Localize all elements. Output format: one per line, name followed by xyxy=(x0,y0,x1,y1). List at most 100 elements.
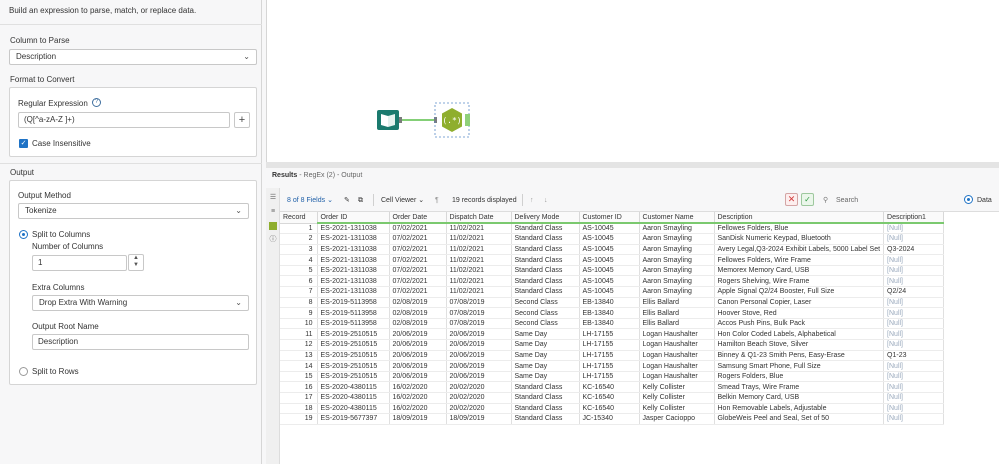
table-row[interactable]: 18 ES-2020-4380115 16/02/2020 20/02/2020 Sta… xyxy=(280,403,945,415)
table-cell[interactable]: LH-17155 xyxy=(579,371,640,383)
table-cell[interactable]: Memorex Memory Card, USB xyxy=(714,265,885,277)
input-anchor[interactable] xyxy=(434,117,437,123)
table-cell[interactable]: KC-16540 xyxy=(579,403,640,415)
table-cell[interactable]: ES-2019-2510515 xyxy=(317,350,390,362)
table-cell[interactable]: 20/06/2019 xyxy=(446,328,512,341)
column-header[interactable]: Customer ID xyxy=(579,212,640,224)
book-icon[interactable] xyxy=(377,110,399,130)
record-number-cell[interactable]: 11 xyxy=(280,328,318,341)
table-cell[interactable]: AS-10045 xyxy=(579,275,640,288)
table-cell[interactable]: Jasper Cacioppo xyxy=(639,413,715,425)
column-to-parse-select[interactable]: Description ⌄ xyxy=(9,49,257,65)
table-row[interactable]: 8 ES-2019-5113958 02/08/2019 07/08/2019 Seco… xyxy=(280,297,945,309)
record-number-cell[interactable]: 9 xyxy=(280,307,318,319)
record-number-cell[interactable]: 10 xyxy=(280,318,318,330)
column-header[interactable]: Description xyxy=(714,212,885,224)
table-cell[interactable]: 20/02/2020 xyxy=(446,381,512,393)
close-icon[interactable]: ✕ xyxy=(785,193,798,206)
table-cell[interactable]: [Null] xyxy=(883,275,945,288)
table-cell[interactable]: Q1-23 xyxy=(883,350,945,362)
table-cell[interactable]: KC-16540 xyxy=(579,381,640,393)
list-icon[interactable]: ≡ xyxy=(269,208,277,216)
record-number-cell[interactable]: 15 xyxy=(280,371,318,383)
record-number-cell[interactable]: 17 xyxy=(280,392,318,404)
table-cell[interactable]: 20/06/2019 xyxy=(389,371,447,383)
table-cell[interactable]: 20/02/2020 xyxy=(446,392,512,404)
check-icon[interactable]: ✓ xyxy=(801,193,814,206)
table-cell[interactable]: Kelly Collister xyxy=(639,392,715,404)
table-cell[interactable]: Standard Class xyxy=(511,381,580,393)
table-cell[interactable]: Standard Class xyxy=(511,223,580,235)
table-cell[interactable]: ES-2020-4380115 xyxy=(317,403,390,415)
table-row[interactable]: 1 ES-2021-1311038 07/02/2021 11/02/2021 Stan… xyxy=(280,223,945,235)
arrow-up-icon[interactable]: ↑ xyxy=(530,196,534,205)
table-cell[interactable]: 20/06/2019 xyxy=(446,360,512,372)
table-cell[interactable]: LH-17155 xyxy=(579,350,640,362)
table-cell[interactable]: 02/08/2019 xyxy=(389,297,447,309)
table-cell[interactable]: AS-10045 xyxy=(579,233,640,245)
table-cell[interactable]: AS-10045 xyxy=(579,265,640,277)
table-cell[interactable]: Hamilton Beach Stove, Silver xyxy=(714,339,885,351)
split-to-rows-radio[interactable] xyxy=(19,367,28,376)
table-cell[interactable]: 20/06/2019 xyxy=(389,328,447,341)
record-number-cell[interactable]: 18 xyxy=(280,403,318,415)
column-header[interactable]: Delivery Mode xyxy=(511,212,580,224)
table-cell[interactable]: 07/08/2019 xyxy=(446,318,512,330)
record-number-cell[interactable]: 5 xyxy=(280,265,318,277)
table-cell[interactable]: Same Day xyxy=(511,328,580,341)
record-number-cell[interactable]: 4 xyxy=(280,254,318,266)
table-cell[interactable]: [Null] xyxy=(883,381,945,393)
table-cell[interactable]: AS-10045 xyxy=(579,244,640,256)
table-cell[interactable]: 07/02/2021 xyxy=(389,244,447,256)
regex-input[interactable]: (Q[^a-zA-Z ]+) xyxy=(18,112,230,128)
table-cell[interactable]: ES-2019-2510515 xyxy=(317,328,390,341)
table-cell[interactable]: Aaron Smayling xyxy=(639,233,715,245)
table-cell[interactable]: EB-13840 xyxy=(579,318,640,330)
table-cell[interactable]: Same Day xyxy=(511,371,580,383)
table-cell[interactable]: [Null] xyxy=(883,318,945,330)
table-cell[interactable]: Ellis Ballard xyxy=(639,318,715,330)
table-cell[interactable]: 07/02/2021 xyxy=(389,233,447,245)
output-method-select[interactable]: Tokenize ⌄ xyxy=(18,203,249,219)
column-header[interactable]: Order ID xyxy=(317,212,390,224)
search-input[interactable]: Search xyxy=(836,196,858,205)
table-cell[interactable]: ES-2021-1311038 xyxy=(317,286,390,298)
table-row[interactable]: 15 ES-2019-2510515 20/06/2019 20/06/2019 Sam… xyxy=(280,371,945,383)
table-cell[interactable]: Ellis Ballard xyxy=(639,307,715,319)
table-cell[interactable]: 16/02/2020 xyxy=(389,403,447,415)
record-number-cell[interactable]: 13 xyxy=(280,350,318,362)
record-number-cell[interactable]: 1 xyxy=(280,223,318,235)
table-cell[interactable]: LH-17155 xyxy=(579,339,640,351)
table-cell[interactable]: ES-2020-4380115 xyxy=(317,381,390,393)
table-cell[interactable]: Standard Class xyxy=(511,392,580,404)
table-cell[interactable]: Logan Haushalter xyxy=(639,328,715,341)
table-cell[interactable]: Rogers Shelving, Wire Frame xyxy=(714,275,885,288)
table-cell[interactable]: Same Day xyxy=(511,339,580,351)
table-cell[interactable]: 11/02/2021 xyxy=(446,275,512,288)
table-cell[interactable]: ES-2021-1311038 xyxy=(317,223,390,235)
help-icon[interactable]: ⓘ xyxy=(269,236,277,244)
table-cell[interactable]: Aaron Smayling xyxy=(639,275,715,288)
column-header[interactable]: Customer Name xyxy=(639,212,715,224)
regex-hexagon-icon[interactable]: (.*) xyxy=(442,108,462,132)
number-stepper[interactable]: ▲ ▼ xyxy=(128,254,144,271)
table-cell[interactable]: ES-2019-5113958 xyxy=(317,318,390,330)
chevron-down-icon[interactable]: ▼ xyxy=(129,262,143,269)
table-row[interactable]: 5 ES-2021-1311038 07/02/2021 11/02/2021 Stan… xyxy=(280,265,945,277)
table-cell[interactable]: ES-2021-1311038 xyxy=(317,233,390,245)
table-cell[interactable]: 07/08/2019 xyxy=(446,307,512,319)
table-cell[interactable]: 18/09/2019 xyxy=(389,413,447,425)
table-cell[interactable]: Standard Class xyxy=(511,265,580,277)
column-header[interactable]: Record xyxy=(280,212,318,224)
table-cell[interactable]: ES-2021-1311038 xyxy=(317,275,390,288)
table-cell[interactable]: [Null] xyxy=(883,254,945,266)
record-number-cell[interactable]: 19 xyxy=(280,413,318,425)
table-cell[interactable]: Standard Class xyxy=(511,403,580,415)
regex-tool-icon[interactable] xyxy=(269,222,277,230)
table-cell[interactable]: AS-10045 xyxy=(579,223,640,235)
column-header[interactable]: Dispatch Date xyxy=(446,212,512,224)
table-cell[interactable]: ES-2021-1311038 xyxy=(317,254,390,266)
table-cell[interactable]: 20/06/2019 xyxy=(389,350,447,362)
table-cell[interactable]: Kelly Collister xyxy=(639,381,715,393)
table-row[interactable]: 14 ES-2019-2510515 20/06/2019 20/06/2019 Sam… xyxy=(280,360,945,372)
